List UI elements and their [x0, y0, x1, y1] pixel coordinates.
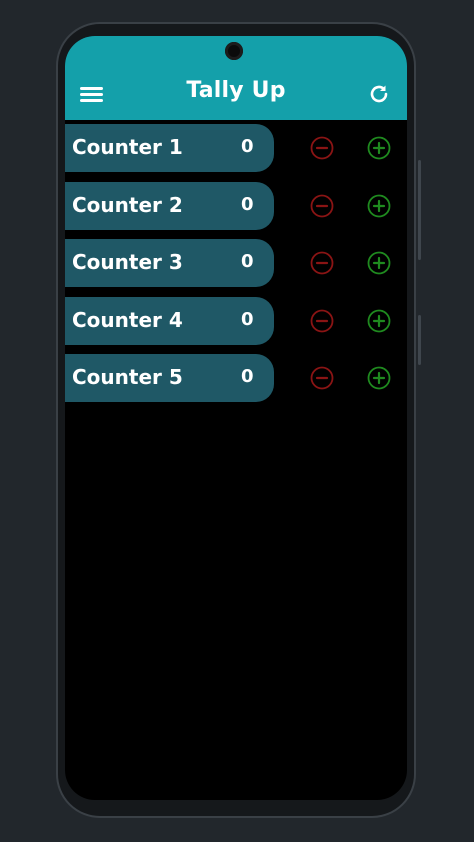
counter-row-2: Counter 2 0 — [65, 181, 407, 230]
decrement-button[interactable] — [310, 194, 334, 218]
counter-label: Counter 1 — [72, 135, 183, 159]
decrement-button[interactable] — [310, 366, 334, 390]
app-bar: Tally Up — [65, 36, 407, 120]
app-screen: Tally Up Counter 1 0 Counter 2 0 Counter… — [65, 36, 407, 800]
decrement-button[interactable] — [310, 136, 334, 160]
increment-button[interactable] — [367, 251, 391, 275]
counter-pill[interactable]: Counter 2 0 — [65, 181, 274, 230]
camera-punch-hole — [225, 42, 243, 60]
counter-label: Counter 2 — [72, 192, 183, 217]
increment-button[interactable] — [367, 194, 391, 218]
counter-pill[interactable]: Counter 5 0 — [65, 354, 274, 402]
increment-button[interactable] — [367, 366, 391, 390]
counter-pill[interactable]: Counter 4 0 — [65, 296, 274, 345]
counter-value: 0 — [241, 308, 254, 330]
device-stage: Tally Up Counter 1 0 Counter 2 0 Counter… — [0, 0, 474, 842]
decrement-button[interactable] — [310, 251, 334, 275]
counter-label: Counter 3 — [72, 250, 183, 274]
increment-button[interactable] — [367, 309, 391, 333]
counter-value: 0 — [241, 251, 254, 272]
increment-button[interactable] — [367, 136, 391, 160]
counter-pill[interactable]: Counter 1 0 — [65, 124, 274, 172]
power-button — [418, 315, 421, 365]
counter-row-5: Counter 5 0 — [65, 354, 407, 402]
counter-row-4: Counter 4 0 — [65, 296, 407, 345]
counter-list: Counter 1 0 Counter 2 0 Counter 3 0 Coun… — [65, 124, 407, 412]
refresh-icon[interactable] — [367, 82, 391, 106]
counter-value: 0 — [241, 136, 254, 157]
counter-row-1: Counter 1 0 — [65, 124, 407, 172]
counter-value: 0 — [241, 193, 254, 215]
counter-pill[interactable]: Counter 3 0 — [65, 239, 274, 287]
counter-label: Counter 5 — [72, 365, 183, 389]
volume-button — [418, 160, 421, 260]
decrement-button[interactable] — [310, 309, 334, 333]
app-title: Tally Up — [186, 78, 286, 103]
counter-value: 0 — [241, 366, 254, 387]
counter-row-3: Counter 3 0 — [65, 239, 407, 287]
counter-label: Counter 4 — [72, 307, 183, 332]
